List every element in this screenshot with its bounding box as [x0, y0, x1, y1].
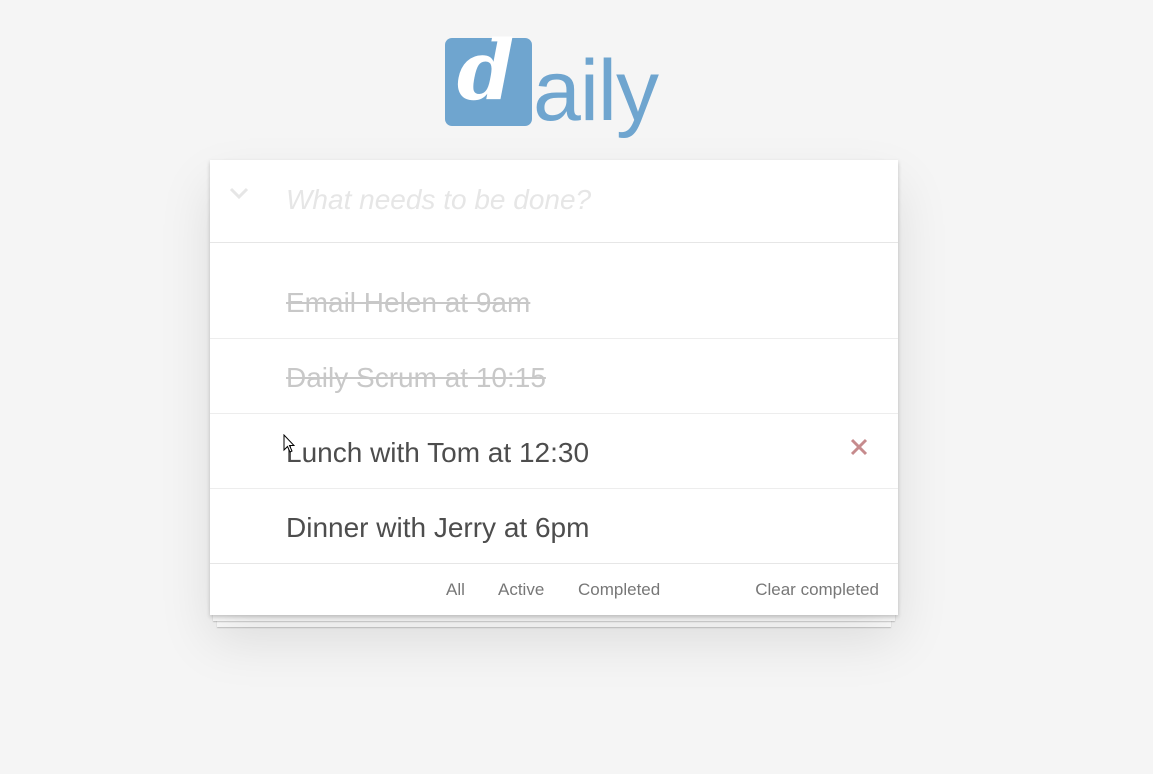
logo-text: aily — [533, 43, 659, 139]
todo-item-label: Dinner with Jerry at 6pm — [286, 512, 590, 543]
app-logo: d aily — [445, 30, 675, 148]
chevron-down-icon[interactable] — [228, 186, 250, 208]
todo-item[interactable]: Dinner with Jerry at 6pm — [210, 489, 898, 564]
mouse-cursor-icon — [283, 433, 296, 454]
logo-letter: d — [457, 23, 515, 119]
logo-mark: d — [445, 30, 532, 126]
todo-header — [210, 160, 898, 243]
new-todo-input[interactable] — [286, 180, 876, 220]
todo-footer: All Active Completed Clear completed — [210, 563, 898, 615]
todo-item-label: Lunch with Tom at 12:30 — [286, 437, 590, 468]
todo-app: Email Helen at 9am Daily Scrum at 10:15 … — [210, 160, 898, 615]
filter-completed[interactable]: Completed — [578, 580, 660, 600]
todo-item-label: Daily Scrum at 10:15 — [286, 362, 546, 393]
todo-item-label: Email Helen at 9am — [286, 287, 531, 318]
todo-item[interactable]: Email Helen at 9am — [210, 264, 898, 339]
todo-list: Email Helen at 9am Daily Scrum at 10:15 … — [210, 243, 898, 564]
todo-item[interactable]: Daily Scrum at 10:15 — [210, 339, 898, 414]
filter-active[interactable]: Active — [498, 580, 544, 600]
filter-all[interactable]: All — [446, 580, 465, 600]
todo-item[interactable]: Lunch with Tom at 12:30 — [210, 414, 898, 489]
close-icon[interactable] — [848, 436, 870, 458]
clear-completed-button[interactable]: Clear completed — [755, 580, 879, 600]
